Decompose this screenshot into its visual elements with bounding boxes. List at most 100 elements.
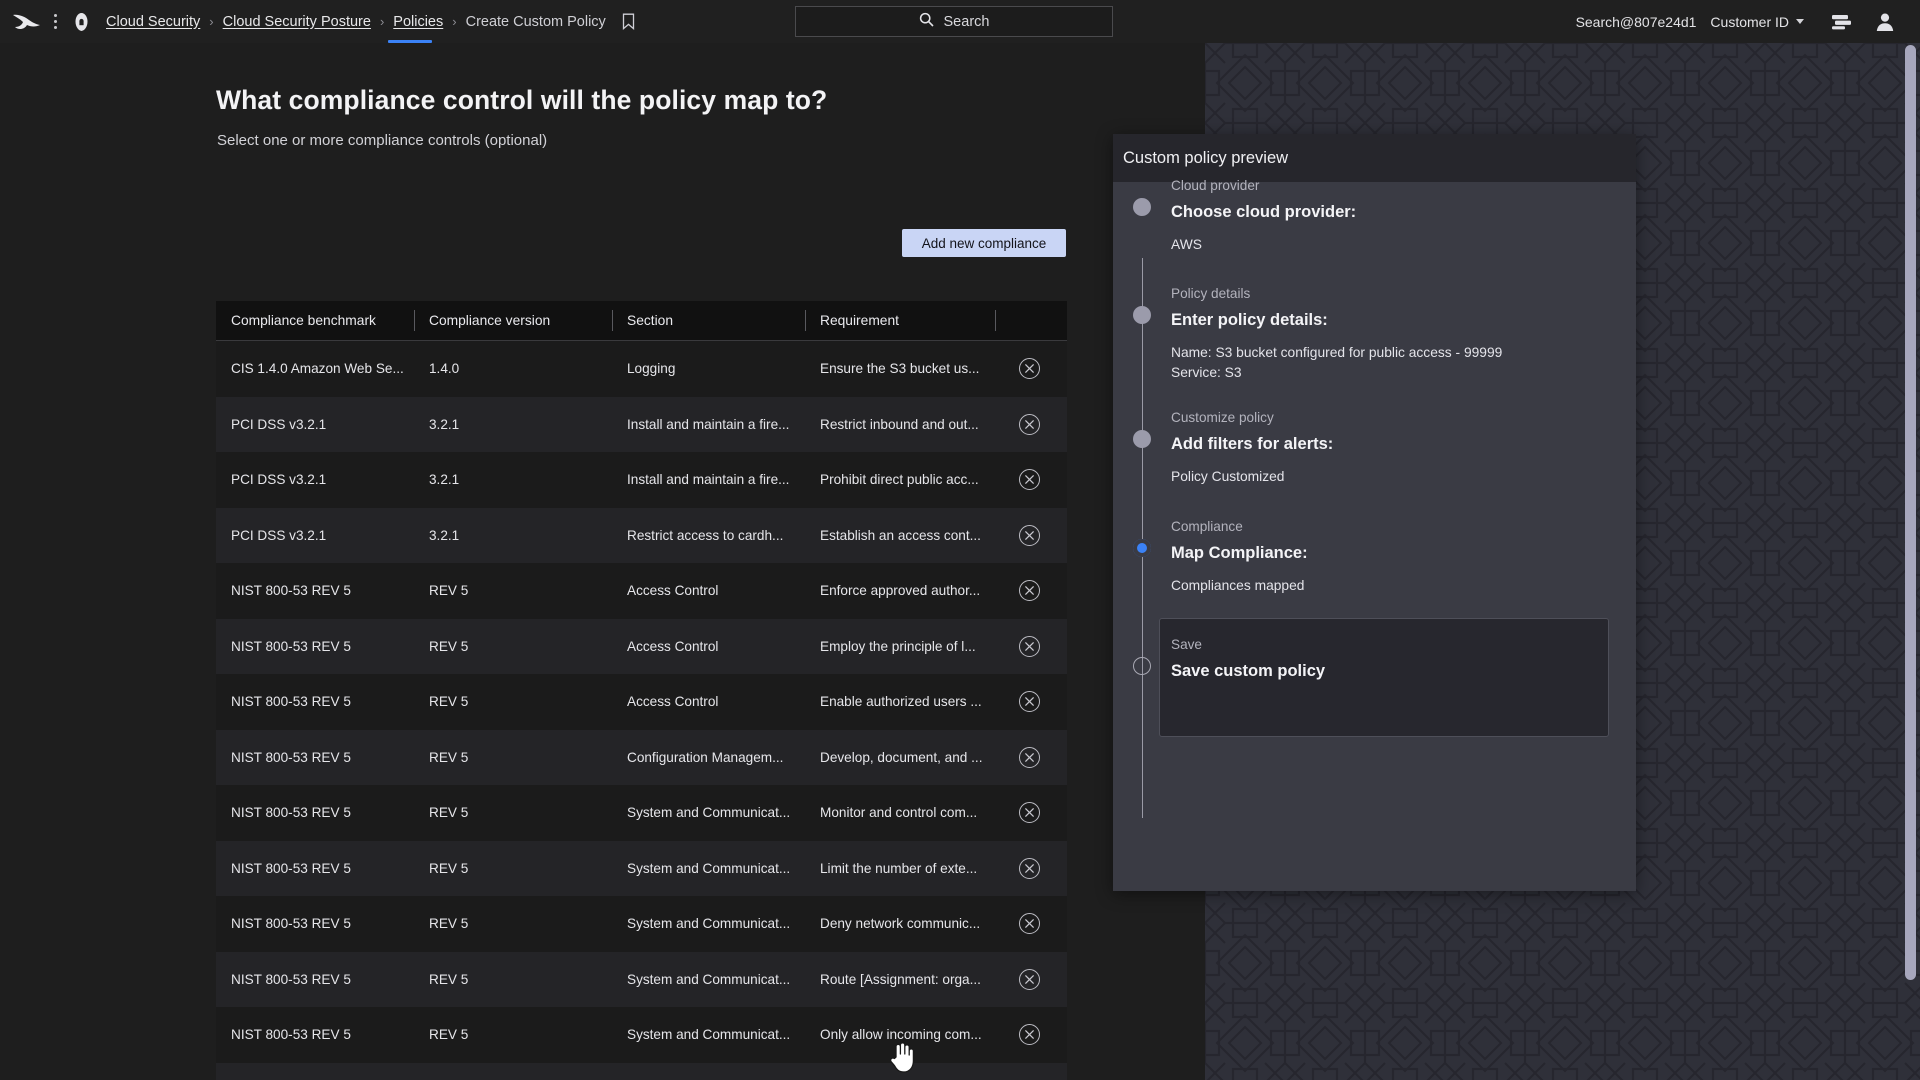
page-scrollbar-thumb[interactable]	[1905, 45, 1916, 980]
cell-version: REV 5	[429, 860, 469, 876]
cell-version: 3.2.1	[429, 416, 460, 432]
table-row[interactable]: NIST 800-53 REV 5REV 5System and Communi…	[216, 1062, 1067, 1080]
account-name-label[interactable]: Search@807e24d1	[1576, 14, 1697, 30]
close-circle-icon[interactable]	[1019, 746, 1040, 768]
cell-section: Install and maintain a fire...	[627, 472, 790, 488]
table-row[interactable]: CIS 1.4.0 Amazon Web Se... 1.4.0 Logging En…	[216, 341, 1067, 397]
compliance-table: Compliance benchmark Compliance version …	[216, 301, 1067, 1080]
step-eyebrow: Compliance	[1171, 519, 1243, 534]
cell-section: System and Communicat...	[627, 971, 791, 987]
user-avatar-icon[interactable]	[1872, 9, 1898, 35]
close-circle-icon[interactable]	[1019, 580, 1040, 602]
cell-benchmark: NIST 800-53 REV 5	[231, 805, 351, 821]
close-circle-icon[interactable]	[1019, 524, 1040, 546]
add-new-compliance-button[interactable]: Add new compliance	[902, 229, 1066, 257]
cell-section: System and Communicat...	[627, 916, 791, 932]
step-detail: AWS	[1171, 237, 1202, 252]
kebab-menu-icon[interactable]	[44, 8, 66, 36]
cell-section: Restrict access to cardh...	[627, 527, 784, 543]
cell-actions	[995, 508, 1067, 564]
cell-section: System and Communicat...	[627, 1027, 791, 1043]
breadcrumb-item-policies[interactable]: Policies	[389, 14, 447, 30]
page-title: What compliance control will the policy …	[216, 85, 828, 115]
table-row[interactable]: NIST 800-53 REV 5REV 5System and Communi…	[216, 951, 1067, 1007]
cell-benchmark: NIST 800-53 REV 5	[216, 1063, 414, 1080]
table-row[interactable]: PCI DSS v3.2.1 3.2.1 Restrict access to ca…	[216, 507, 1067, 564]
customer-id-dropdown[interactable]: Customer ID	[1710, 14, 1804, 30]
step-title: Save custom policy	[1171, 662, 1326, 680]
bookmark-icon[interactable]	[622, 12, 640, 32]
step-marker-save-custom-policy[interactable]	[1133, 657, 1151, 675]
cell-benchmark: NIST 800-53 REV 5	[231, 916, 351, 932]
close-circle-icon[interactable]	[1019, 413, 1040, 435]
wizard-step: Compliance Map Compliance: Compliances map…	[1171, 519, 1308, 596]
table-row[interactable]: NIST 800-53 REV 5REV 5System and Communi…	[216, 896, 1067, 952]
close-circle-icon[interactable]	[1019, 1024, 1040, 1046]
table-row[interactable]: NIST 800-53 REV 5 REV 5 Access Control Enab…	[216, 674, 1067, 730]
app-root: What compliance control will the policy …	[0, 0, 1920, 1080]
cell-version: 3.2.1	[429, 527, 460, 543]
step-marker-enter-policy-details[interactable]	[1133, 306, 1151, 324]
global-search-input[interactable]: Search	[795, 6, 1113, 37]
cell-actions	[995, 896, 1067, 952]
step-title: Map Compliance:	[1171, 544, 1308, 562]
cell-benchmark: NIST 800-53 REV 5	[231, 749, 351, 765]
column-header-actions	[995, 301, 1067, 340]
cell-section: Access Control	[627, 638, 719, 654]
cell-requirement: Deny network communic...	[820, 916, 981, 932]
table-row[interactable]: NIST 800-53 REV 5 REV 5 Access Control Empl…	[216, 618, 1067, 675]
step-eyebrow: Customize policy	[1171, 410, 1274, 425]
list-view-icon[interactable]	[1828, 9, 1854, 35]
cell-actions	[995, 563, 1067, 619]
preview-panel-title: Custom policy preview	[1123, 148, 1289, 167]
column-header-section[interactable]: Section	[612, 301, 805, 340]
cell-requirement: Employ the principle of l...	[820, 638, 976, 654]
close-circle-icon[interactable]	[1019, 469, 1040, 491]
step-eyebrow: Save	[1171, 637, 1202, 652]
table-row[interactable]: NIST 800-53 REV 5 REV 5 Access Control Enfo…	[216, 563, 1067, 619]
column-header-benchmark[interactable]: Compliance benchmark	[216, 301, 414, 340]
cell-version: REV 5	[414, 1063, 612, 1080]
cloud-shield-icon[interactable]	[66, 8, 96, 36]
cell-benchmark: NIST 800-53 REV 5	[231, 1027, 351, 1043]
table-row[interactable]: PCI DSS v3.2.1 3.2.1 Install and maintain …	[216, 396, 1067, 452]
close-circle-icon[interactable]	[1019, 691, 1040, 713]
close-circle-icon[interactable]	[1019, 913, 1040, 935]
table-row[interactable]: NIST 800-53 REV 5REV 5System and Communi…	[216, 1007, 1067, 1063]
page-subtitle: Select one or more compliance controls (…	[217, 132, 548, 149]
search-placeholder: Search	[943, 13, 990, 30]
customer-id-label: Customer ID	[1710, 13, 1789, 30]
close-circle-icon[interactable]	[1019, 857, 1040, 879]
close-circle-icon[interactable]	[1019, 968, 1040, 990]
cell-section: Access Control	[627, 694, 719, 710]
cell-section: Logging	[627, 361, 676, 377]
cell-actions	[995, 619, 1067, 675]
cell-section: Install and maintain a fire...	[627, 416, 790, 432]
cell-requirement: Prohibit the direct conne...	[805, 1063, 995, 1080]
column-header-requirement[interactable]: Requirement	[805, 301, 995, 340]
close-circle-icon[interactable]	[1019, 635, 1040, 657]
cell-actions	[995, 674, 1067, 730]
close-circle-icon[interactable]	[1019, 802, 1040, 824]
cell-requirement: Restrict inbound and out...	[820, 416, 979, 432]
table-row[interactable]: NIST 800-53 REV 5 REV 5 Configuration Mana…	[216, 729, 1067, 786]
breadcrumb-item-cloud-security-posture[interactable]: Cloud Security Posture	[219, 14, 375, 30]
close-circle-icon[interactable]	[1019, 358, 1040, 380]
cell-actions	[995, 730, 1067, 786]
step-title: Choose cloud provider:	[1171, 203, 1357, 221]
step-eyebrow: Cloud provider	[1171, 178, 1260, 193]
cell-section: System and Communicat...	[627, 860, 791, 876]
cell-actions	[995, 785, 1067, 841]
cell-benchmark: NIST 800-53 REV 5	[231, 583, 351, 599]
falcon-logo-icon[interactable]	[10, 10, 44, 34]
breadcrumb: Cloud Security › Cloud Security Posture › Po…	[102, 14, 610, 30]
table-row[interactable]: NIST 800-53 REV 5REV 5System and Communi…	[216, 785, 1067, 841]
column-header-version[interactable]: Compliance version	[414, 301, 612, 340]
breadcrumb-item-cloud-security[interactable]: Cloud Security	[102, 14, 204, 30]
wizard-step: Customize policy Add filters for alerts: P…	[1171, 410, 1333, 487]
table-row[interactable]: NIST 800-53 REV 5REV 5System and Communi…	[216, 840, 1067, 896]
table-row[interactable]: PCI DSS v3.2.1 3.2.1 Install and maintain …	[216, 452, 1067, 508]
step-marker-map-compliance[interactable]	[1133, 539, 1151, 557]
step-marker-add-filters-for-alerts[interactable]	[1133, 430, 1151, 448]
step-marker-choose-cloud-provider[interactable]	[1133, 198, 1151, 216]
